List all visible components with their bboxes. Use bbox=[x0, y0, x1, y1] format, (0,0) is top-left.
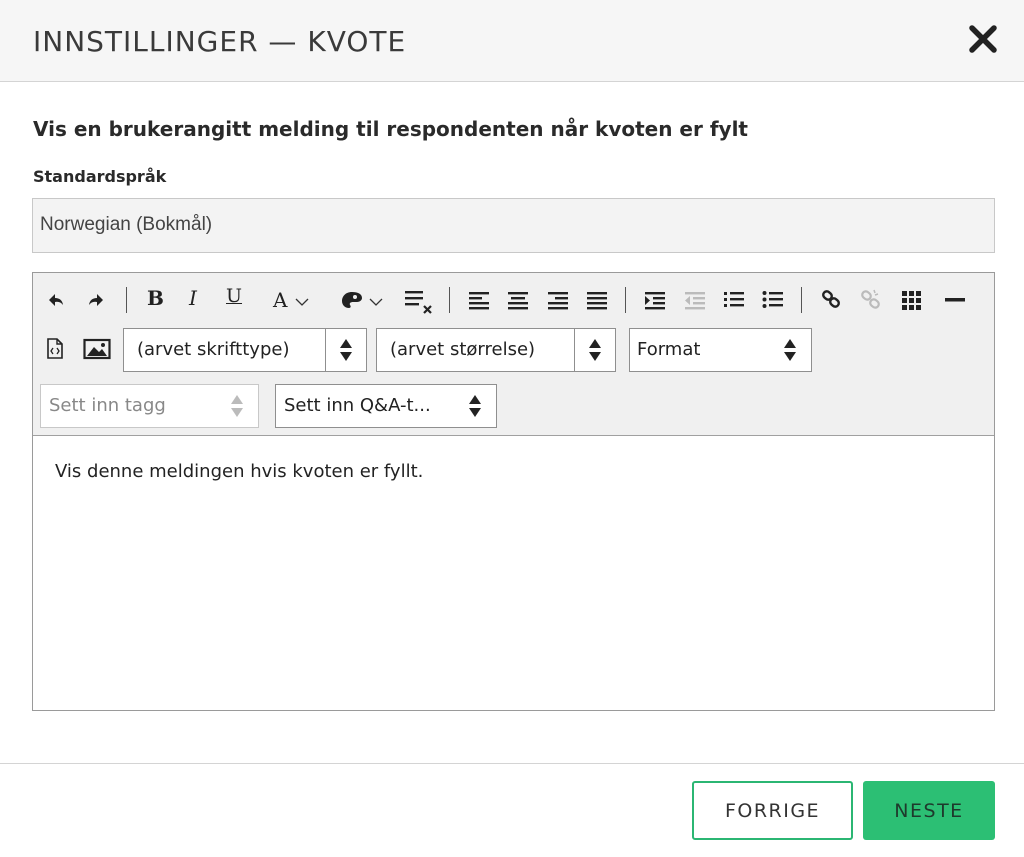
italic-button[interactable]: I bbox=[189, 285, 197, 311]
chevron-down-icon bbox=[295, 298, 309, 306]
font-family-select[interactable]: (arvet skrifttype) bbox=[123, 328, 367, 372]
font-color-button[interactable]: A bbox=[273, 287, 321, 313]
numbered-list-icon[interactable] bbox=[723, 287, 745, 313]
editor-content[interactable]: Vis denne meldingen hvis kvoten er fyllt… bbox=[55, 461, 423, 482]
bullet-list-icon[interactable] bbox=[762, 287, 784, 313]
next-button[interactable]: NESTE bbox=[863, 781, 995, 840]
select-arrows-icon bbox=[770, 329, 811, 371]
select-arrows-icon bbox=[574, 329, 615, 371]
default-language-field: Norwegian (Bokmål) bbox=[32, 198, 995, 253]
align-left-icon[interactable] bbox=[468, 287, 490, 313]
outdent-icon[interactable] bbox=[684, 287, 706, 313]
format-select[interactable]: Format bbox=[629, 328, 812, 372]
dialog-title: INNSTILLINGER — KVOTE bbox=[33, 25, 407, 58]
dialog-header: INNSTILLINGER — KVOTE bbox=[0, 0, 1024, 82]
insert-tag-select[interactable]: Sett inn tagg bbox=[40, 384, 259, 428]
font-size-value: (arvet størrelse) bbox=[390, 339, 536, 360]
editor-toolbar: B I U A (arvet skrifttype) (arvet større… bbox=[33, 273, 994, 436]
rich-text-editor: B I U A (arvet skrifttype) (arvet større… bbox=[32, 272, 995, 711]
font-size-select[interactable]: (arvet størrelse) bbox=[376, 328, 616, 372]
select-arrows-icon bbox=[217, 385, 258, 427]
select-arrows-icon bbox=[325, 329, 366, 371]
clear-format-icon[interactable] bbox=[404, 287, 434, 314]
image-icon[interactable] bbox=[83, 337, 111, 363]
close-icon[interactable] bbox=[966, 22, 1000, 56]
font-color-icon: A bbox=[273, 288, 288, 312]
indent-icon[interactable] bbox=[644, 287, 666, 313]
horizontal-rule-icon[interactable] bbox=[944, 287, 966, 313]
default-language-label: Standardspråk bbox=[33, 167, 167, 186]
select-arrows-icon bbox=[455, 385, 496, 427]
palette-icon bbox=[342, 292, 362, 308]
insert-tag-placeholder: Sett inn tagg bbox=[49, 395, 166, 416]
redo-icon[interactable] bbox=[85, 287, 107, 313]
footer-divider bbox=[0, 763, 1024, 764]
insert-qa-value: Sett inn Q&A-t... bbox=[284, 395, 431, 416]
link-icon[interactable] bbox=[821, 287, 843, 313]
align-right-icon[interactable] bbox=[547, 287, 569, 313]
unlink-icon[interactable] bbox=[860, 287, 882, 313]
chevron-down-icon bbox=[369, 298, 383, 306]
insert-qa-select[interactable]: Sett inn Q&A-t... bbox=[275, 384, 497, 428]
table-icon[interactable] bbox=[901, 287, 923, 313]
source-code-icon[interactable] bbox=[45, 337, 65, 363]
font-family-value: (arvet skrifttype) bbox=[137, 339, 290, 360]
undo-icon[interactable] bbox=[45, 287, 67, 313]
bold-button[interactable]: B bbox=[147, 285, 164, 311]
underline-button[interactable]: U bbox=[226, 283, 242, 309]
align-justify-icon[interactable] bbox=[586, 287, 608, 313]
previous-button[interactable]: FORRIGE bbox=[692, 781, 853, 840]
format-value: Format bbox=[637, 339, 701, 360]
section-heading: Vis en brukerangitt melding til responde… bbox=[33, 117, 748, 141]
align-center-icon[interactable] bbox=[507, 287, 529, 313]
background-color-button[interactable] bbox=[341, 287, 389, 313]
